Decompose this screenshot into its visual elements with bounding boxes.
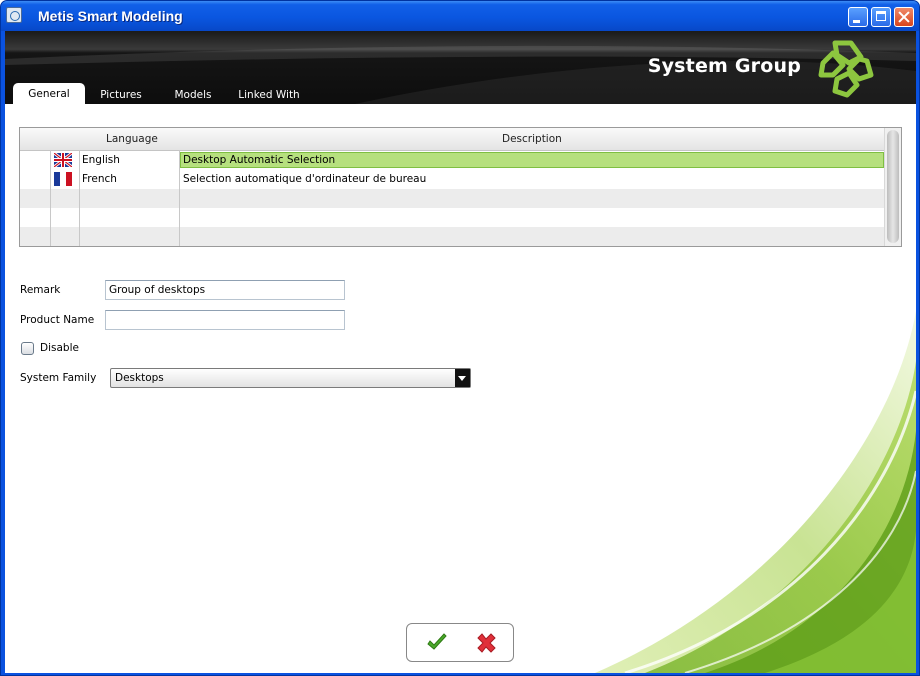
column-header-language[interactable]: Language [106,133,158,145]
empty-row[interactable] [20,208,886,227]
header-banner: System Group General Pictures Models Lin… [5,31,916,104]
action-button-bar [406,623,514,662]
remark-input[interactable] [105,280,345,300]
table-row[interactable]: French Selection automatique d'ordinateu… [20,170,886,189]
disable-label[interactable]: Disable [40,342,79,354]
column-divider [79,150,80,246]
system-family-label: System Family [20,372,97,384]
column-divider [179,150,180,246]
column-header-description[interactable]: Description [502,133,562,145]
translations-grid[interactable]: Language Description English Desktop Aut… [19,127,902,247]
header-title: System Group [647,55,801,77]
row-language: English [82,154,120,166]
tab-general[interactable]: General [13,83,85,104]
maximize-button[interactable] [871,7,891,27]
tab-linked-with[interactable]: Linked With [236,83,302,104]
grid-header: Language Description [20,128,886,151]
app-icon[interactable] [6,7,22,23]
row-description: Desktop Automatic Selection [183,154,336,166]
row-language: French [82,173,117,185]
tab-pictures[interactable]: Pictures [97,83,145,104]
minimize-button[interactable] [848,7,868,27]
empty-row[interactable] [20,189,886,208]
title-bar[interactable]: Metis Smart Modeling [1,1,919,31]
system-family-value: Desktops [115,372,164,384]
remark-label: Remark [20,284,61,296]
chevron-down-icon[interactable] [455,369,470,387]
grid-scrollbar[interactable] [884,128,901,246]
check-icon [427,633,447,650]
table-row[interactable]: English Desktop Automatic Selection [20,151,886,170]
empty-row[interactable] [20,227,886,246]
metis-logo-icon [818,40,874,98]
uk-flag-icon [54,153,72,167]
product-name-input[interactable] [105,310,345,330]
column-divider [50,150,51,246]
app-window: Metis Smart Modeling System Group Genera… [0,0,920,676]
dialog-body: System Group General Pictures Models Lin… [5,31,916,673]
disable-checkbox[interactable] [21,342,34,355]
cancel-button[interactable] [474,631,498,655]
tab-models[interactable]: Models [173,83,213,104]
scrollbar-thumb[interactable] [887,130,899,243]
cross-icon [477,633,496,653]
ok-button[interactable] [425,631,449,655]
close-button[interactable] [894,7,914,27]
product-name-label: Product Name [20,314,95,326]
france-flag-icon [54,172,72,186]
row-description: Selection automatique d'ordinateur de bu… [183,173,427,185]
system-family-select[interactable]: Desktops [110,368,471,388]
window-title: Metis Smart Modeling [38,8,183,24]
